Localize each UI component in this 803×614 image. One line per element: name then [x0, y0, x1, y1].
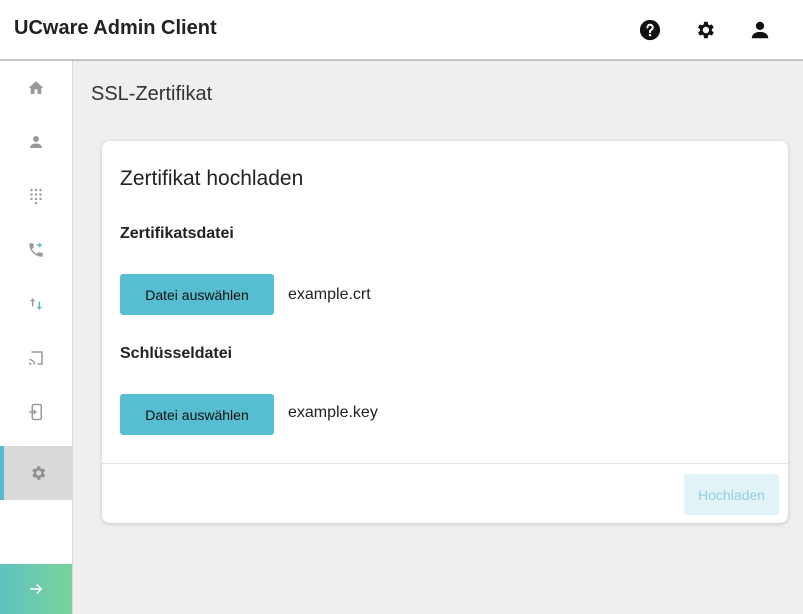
- help-icon[interactable]: [638, 18, 662, 42]
- page-title: SSL-Zertifikat: [91, 83, 213, 105]
- sidebar-item-device-login[interactable]: [0, 385, 72, 439]
- choose-key-file-button[interactable]: Datei auswählen: [120, 394, 274, 435]
- cast-icon: [29, 351, 43, 365]
- upload-certificate-card: Zertifikat hochladen Zertifikatsdatei Da…: [102, 141, 788, 523]
- dialpad-icon: [30, 188, 42, 205]
- home-icon: [28, 81, 44, 94]
- gear-icon: [32, 466, 46, 480]
- card-divider: [102, 463, 788, 464]
- app-title: UCware Admin Client: [14, 17, 217, 39]
- sidebar-item-users[interactable]: [0, 115, 72, 169]
- sidebar-item-home[interactable]: [0, 61, 72, 115]
- choose-certificate-file-button[interactable]: Datei auswählen: [120, 274, 274, 315]
- sidebar-item-dialpad[interactable]: [0, 169, 72, 223]
- sidebar-item-settings[interactable]: [0, 446, 72, 500]
- certificate-file-label: Zertifikatsdatei: [120, 225, 234, 242]
- sidebar: [0, 61, 73, 614]
- gear-icon[interactable]: [693, 18, 717, 42]
- sidebar-item-swap[interactable]: [0, 277, 72, 331]
- key-file-name: example.key: [288, 404, 378, 421]
- sidebar-item-call-forwarding[interactable]: [0, 223, 72, 277]
- certificate-file-name: example.crt: [288, 286, 371, 303]
- sidebar-item-cast[interactable]: [0, 331, 72, 385]
- top-app-bar: UCware Admin Client: [0, 0, 803, 61]
- swap-arrows-icon: [30, 298, 42, 310]
- call-forward-icon: [29, 242, 43, 257]
- arrow-right-icon: [30, 583, 43, 595]
- card-title: Zertifikat hochladen: [120, 167, 304, 190]
- user-icon[interactable]: [748, 18, 772, 42]
- user-icon: [30, 136, 42, 148]
- key-file-label: Schlüsseldatei: [120, 345, 233, 362]
- device-login-icon: [29, 403, 42, 421]
- upload-button[interactable]: Hochladen: [684, 474, 779, 515]
- sidebar-expand-button[interactable]: [0, 564, 72, 614]
